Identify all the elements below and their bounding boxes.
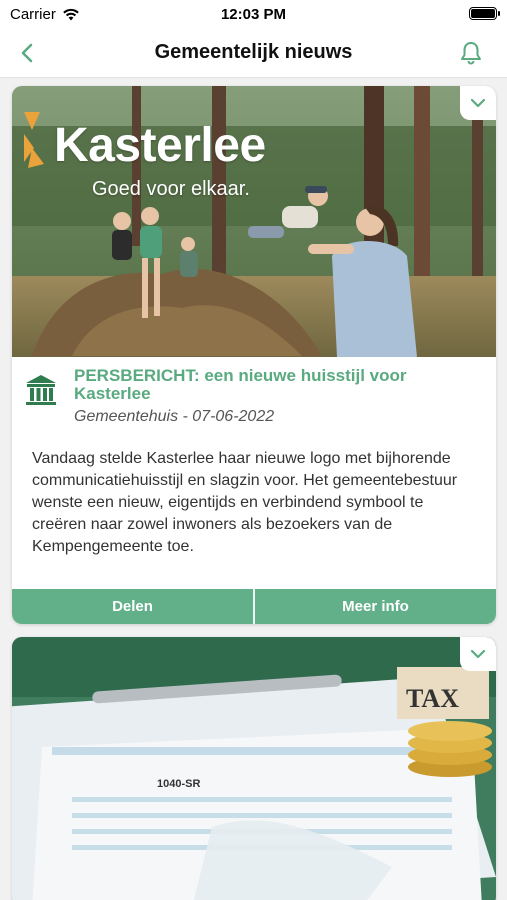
page-title: Gemeentelijk nieuws — [154, 41, 353, 63]
more-info-button[interactable]: Meer info — [255, 589, 496, 624]
tax-photo: 1040-SR TAX — [12, 637, 496, 900]
brand-tagline: Goed voor elkaar. — [92, 178, 250, 200]
status-time: 12:03 PM — [220, 6, 287, 23]
chevron-down-icon — [470, 98, 486, 108]
battery-icon — [469, 7, 500, 20]
form-label: 1040-SR — [157, 778, 200, 790]
news-card-actions: Delen Meer info — [12, 589, 496, 624]
news-card-title[interactable]: PERSBERICHT: een nieuwe huisstijl voor K… — [74, 367, 474, 403]
chevron-down-icon — [470, 649, 486, 659]
action-divider — [253, 589, 255, 624]
town-hall-icon — [26, 375, 56, 405]
news-card-image: Kasterlee Goed voor elkaar. — [12, 86, 496, 357]
brand-name: Kasterlee — [54, 119, 266, 172]
news-card-body: Vandaag stelde Kasterlee haar nieuwe log… — [32, 450, 458, 555]
news-card: Kasterlee Goed voor elkaar. PERSBERICHT:… — [12, 86, 496, 624]
news-card-meta: Gemeentehuis - 07-06-2022 — [74, 408, 275, 425]
news-feed[interactable]: Kasterlee Goed voor elkaar. PERSBERICHT:… — [0, 79, 507, 900]
coin-text: TAX — [406, 684, 459, 713]
news-card-image: 1040-SR TAX — [12, 637, 496, 900]
news-card: 1040-SR TAX — [12, 637, 496, 900]
bell-icon[interactable] — [457, 39, 485, 67]
status-bar: Carrier 12:03 PM — [0, 0, 507, 28]
share-button[interactable]: Delen — [12, 589, 253, 624]
expand-button[interactable] — [460, 637, 496, 671]
navigation-bar: Gemeentelijk nieuws — [0, 28, 507, 78]
expand-button[interactable] — [460, 86, 496, 120]
